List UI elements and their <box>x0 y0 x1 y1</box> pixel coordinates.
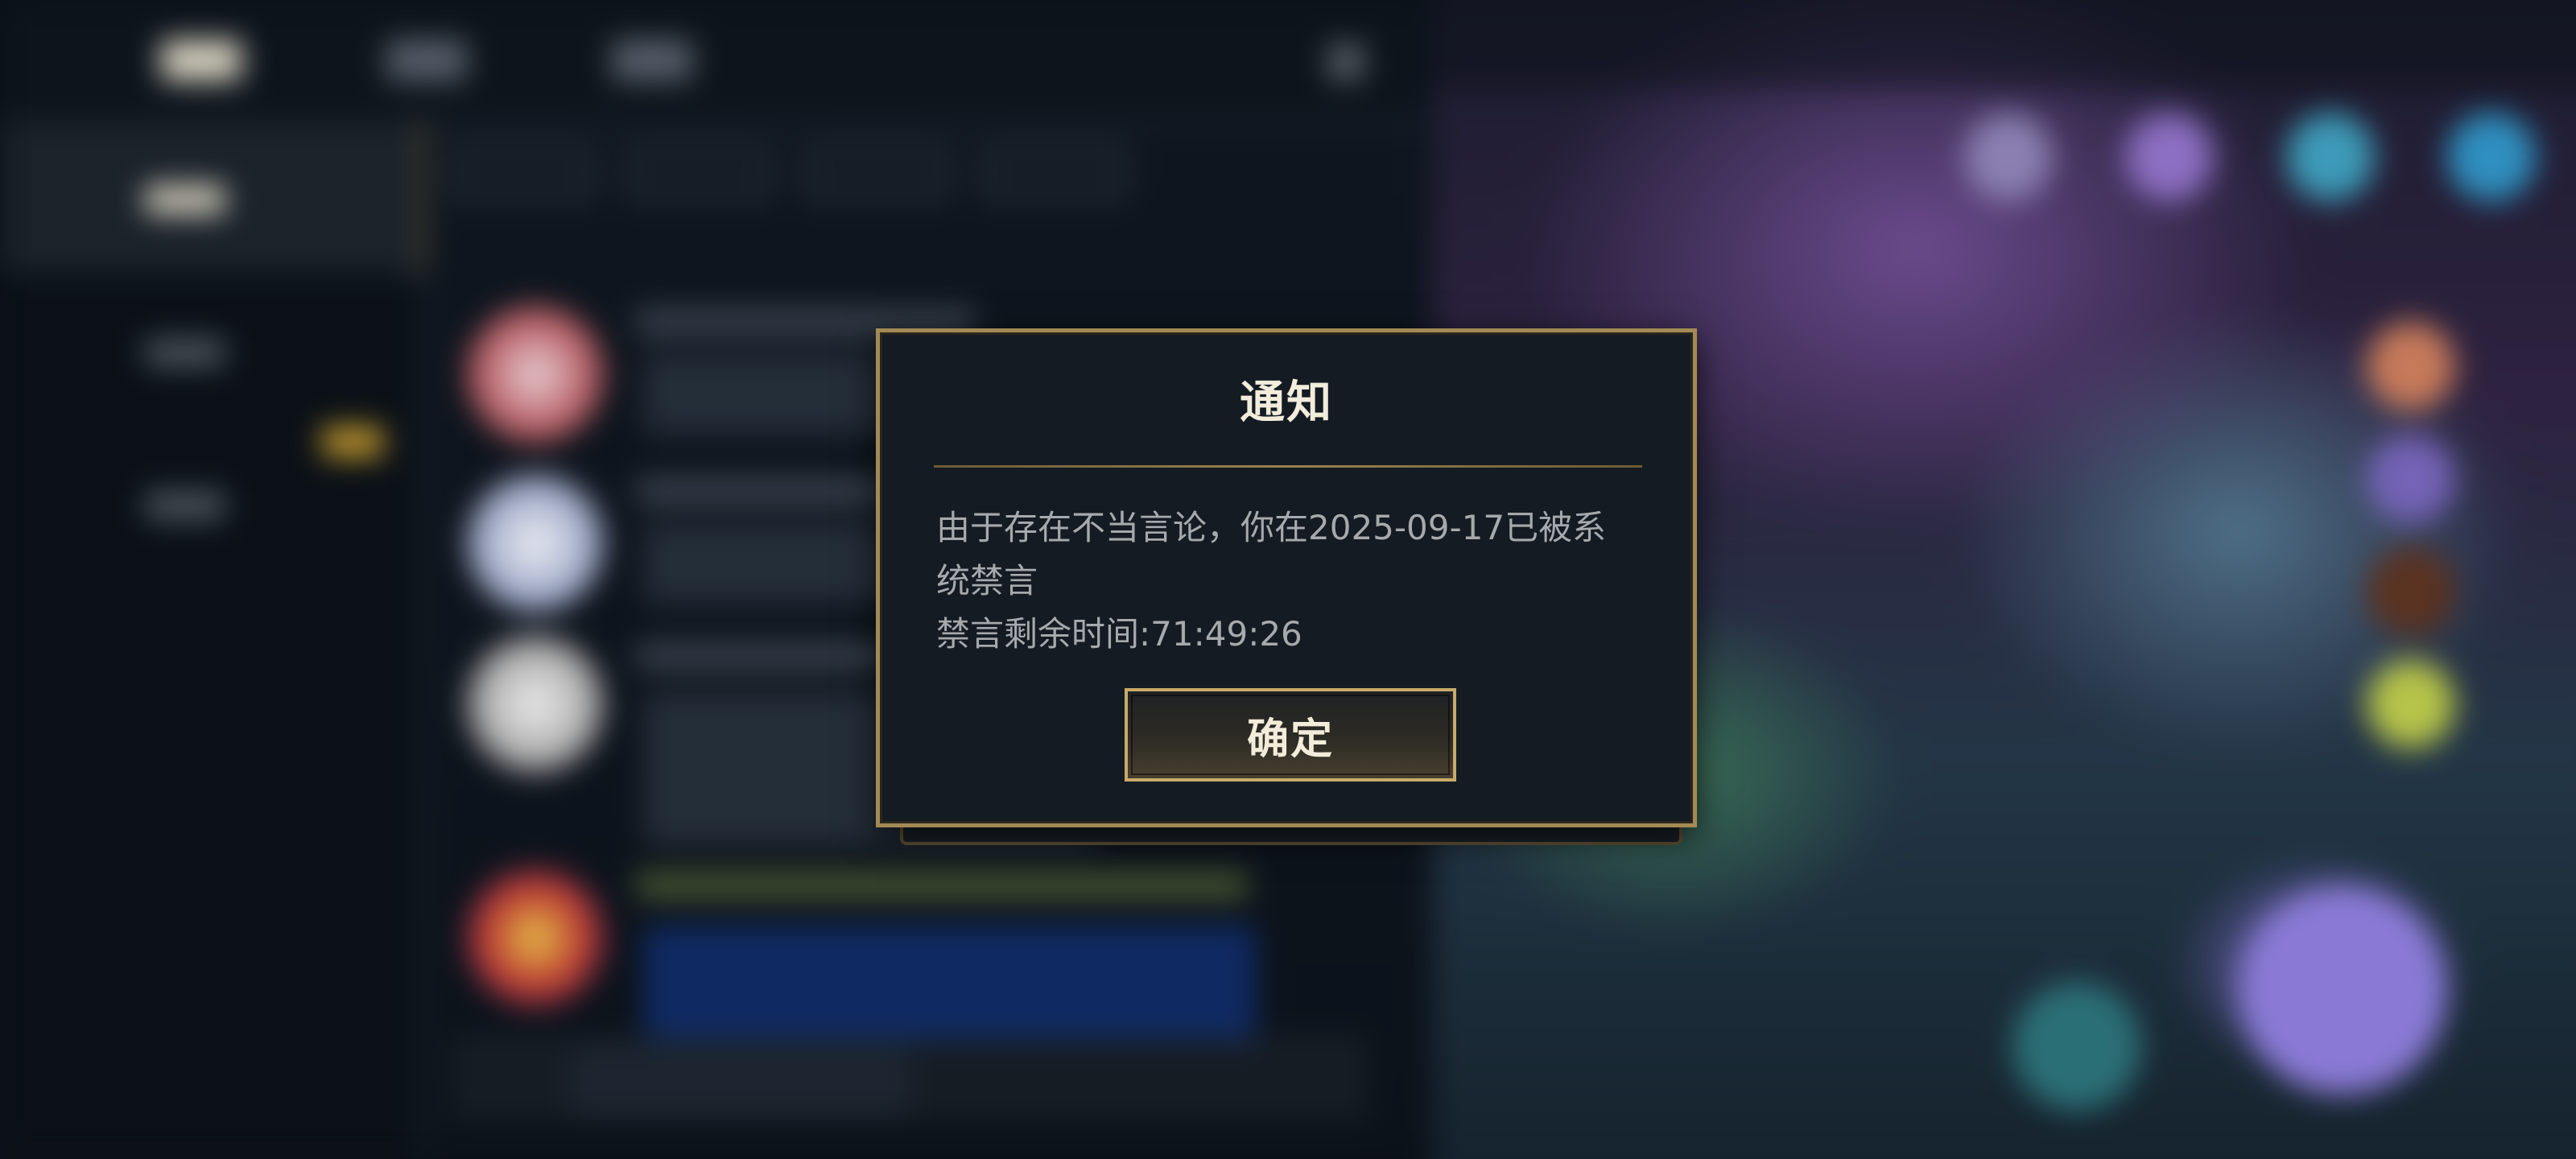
tab-chat <box>161 40 242 80</box>
filter-chip <box>805 145 948 200</box>
dialog-message-line: 禁言剩余时间:71:49:26 <box>936 614 1302 654</box>
avatar-icon <box>2286 113 2375 201</box>
notification-dialog: 通知 由于存在不当言论，你在2025-09-17已被系 统禁言 禁言剩余时间:7… <box>876 328 1697 827</box>
close-icon <box>1328 44 1364 80</box>
sidebar-item-active <box>0 121 425 274</box>
avatar-icon <box>2013 982 2141 1111</box>
filter-chip <box>628 145 771 200</box>
chat-sidebar <box>0 121 425 1159</box>
confirm-button[interactable]: 确定 <box>1125 688 1456 782</box>
sidebar-item-label <box>145 491 225 520</box>
status-badge <box>322 427 383 457</box>
dialog-message-line: 由于存在不当言论，你在2025-09-17已被系 <box>936 508 1607 547</box>
avatar <box>467 475 604 612</box>
screen: 通知 由于存在不当言论，你在2025-09-17已被系 统禁言 禁言剩余时间:7… <box>0 0 2576 1159</box>
message-author <box>636 873 1248 897</box>
avatar-icon <box>2238 885 2447 1095</box>
scene-topbar <box>1433 0 2576 89</box>
dialog-title: 通知 <box>1240 377 1333 429</box>
avatar-icon <box>1964 113 2053 201</box>
sidebar-item-label <box>145 338 225 367</box>
message-bubble <box>644 926 1256 1038</box>
avatar <box>467 306 604 443</box>
sidebar-item <box>0 427 419 580</box>
chat-topbar <box>0 0 1449 126</box>
dialog-divider <box>934 465 1642 468</box>
avatar-icon <box>2367 322 2455 410</box>
avatar-icon <box>2125 113 2214 201</box>
avatar-icon <box>2367 435 2455 523</box>
message-input-bar <box>451 1038 1368 1122</box>
avatar-icon <box>2367 660 2455 749</box>
avatar <box>467 636 604 773</box>
avatar-icon <box>2447 113 2536 201</box>
dialog-message: 由于存在不当言论，你在2025-09-17已被系 统禁言 禁言剩余时间:71:4… <box>936 501 1645 661</box>
message-input <box>572 1050 910 1114</box>
avatar <box>467 869 604 1006</box>
filter-chip <box>982 145 1125 200</box>
avatar-icon <box>2367 547 2455 636</box>
tab-friends <box>386 40 467 80</box>
tab-groups <box>612 40 692 80</box>
filter-chip <box>451 145 594 200</box>
sidebar-item-label <box>145 185 225 214</box>
sidebar-item <box>0 274 419 427</box>
dialog-message-line: 统禁言 <box>936 561 1038 600</box>
